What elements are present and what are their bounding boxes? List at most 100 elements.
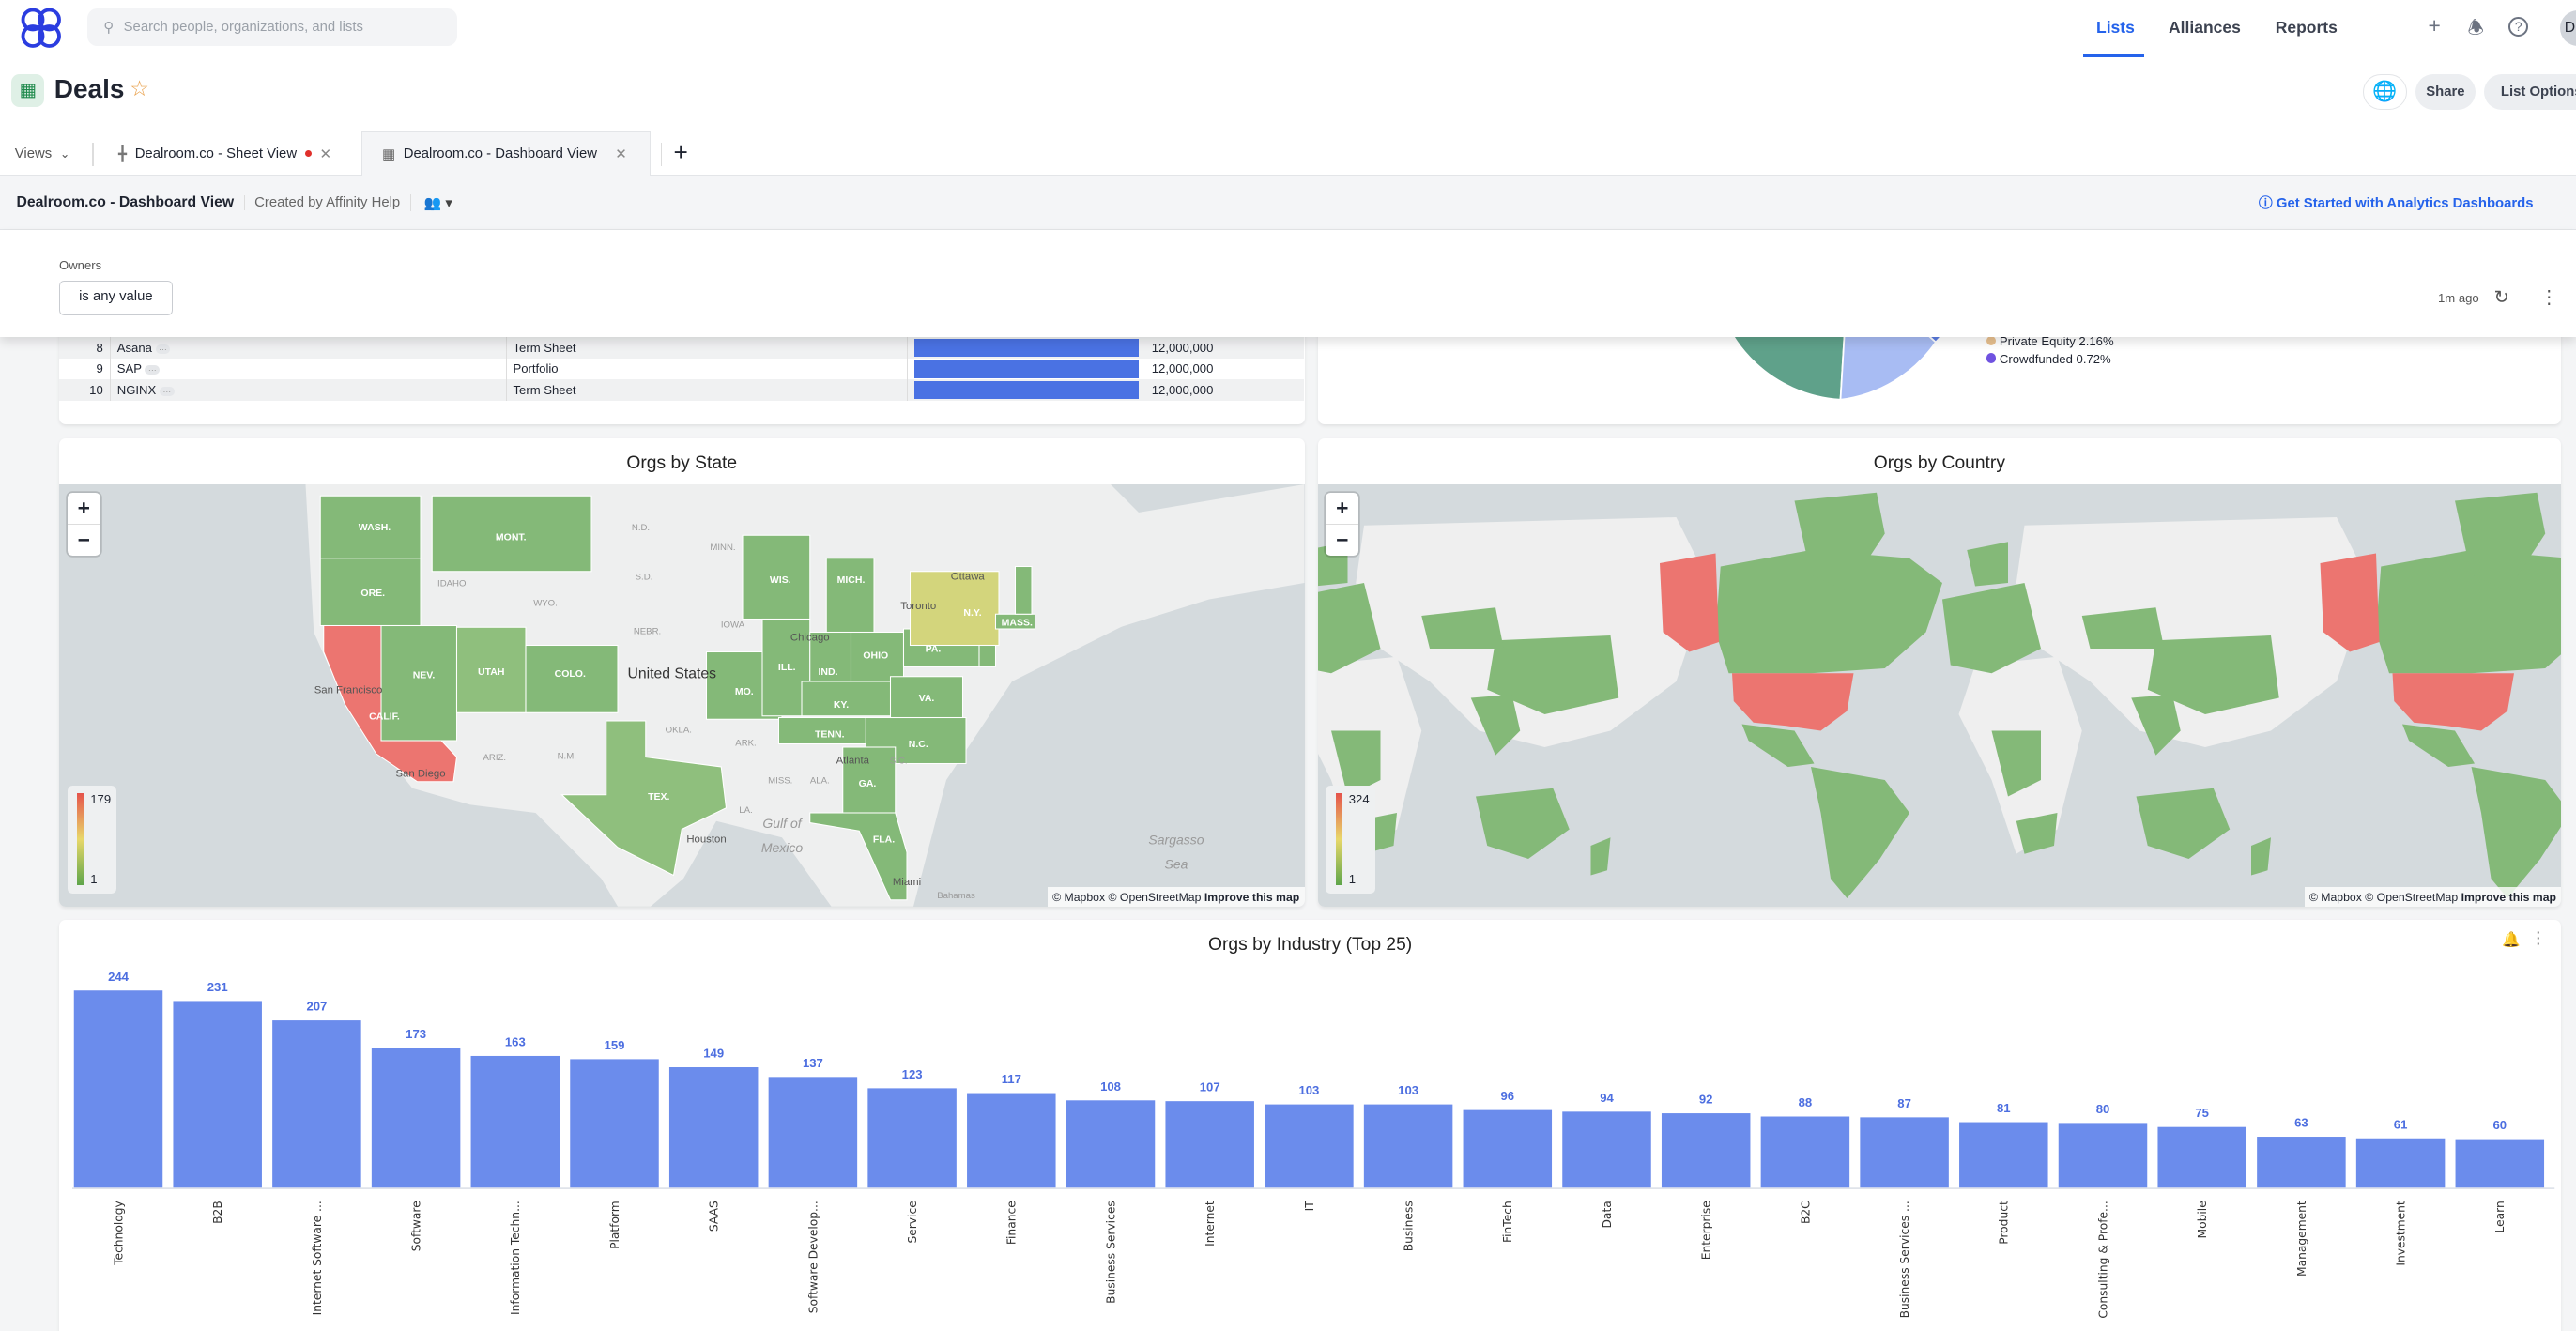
x-tick-label: Finance [1005,1201,1019,1245]
attribution-text[interactable]: © Mapbox © OpenStreetMap [1052,891,1201,904]
rank-cell: 10 [59,379,111,401]
search-input[interactable]: ⚲ Search people, organizations, and lists [86,8,457,46]
more-options-icon[interactable]: ⋮ [2540,286,2558,309]
rank-cell: 8 [59,336,111,359]
bar[interactable] [73,990,163,1188]
views-dropdown[interactable]: Views ⌄ [15,131,69,176]
zoom-in-button[interactable]: + [1326,493,1359,526]
bar[interactable] [1165,1101,1254,1188]
refresh-icon[interactable]: ↻ [2494,286,2509,309]
nav-lists[interactable]: Lists [2096,18,2135,38]
help-link[interactable]: ⓘ Get Started with Analytics Dashboards [2259,192,2534,212]
state-nj[interactable] [978,645,997,668]
country-map-svg [1317,493,2562,899]
stage-cell: Portfolio [506,358,908,380]
bar[interactable] [1860,1117,1949,1188]
divider [92,143,94,166]
search-icon: ⚲ [103,20,115,36]
state-nev[interactable] [380,625,458,742]
close-icon[interactable]: ✕ [320,145,331,162]
city-label: Atlanta [836,756,870,767]
bell-icon[interactable]: 🕭 [2468,15,2484,46]
nav-alliances[interactable]: Alliances [2169,18,2241,38]
x-tick-label: Management [2295,1201,2308,1277]
country-map[interactable]: + − 324 1 © Mapbox © OpenStreetMap Improve… [1317,484,2562,907]
bar[interactable] [1959,1122,2048,1188]
value-bar [913,360,1139,378]
name-cell: Asana ··· [110,336,507,359]
map-label: IDAHO [437,579,467,589]
bar[interactable] [2058,1123,2148,1188]
tab-dashboard-view[interactable]: ▦ Dealroom.co - Dashboard View ✕ [361,131,651,176]
updated-time: 1m ago [2438,290,2479,305]
bar[interactable] [1265,1104,1354,1188]
bar[interactable] [1760,1116,1850,1188]
x-tick-label: B2C [1799,1201,1812,1224]
plus-icon[interactable]: + [2429,13,2441,38]
data-label: 163 [505,1034,526,1048]
bar[interactable] [272,1020,361,1188]
zoom-in-button[interactable]: + [67,493,100,526]
star-icon[interactable]: ☆ [130,76,148,101]
map-label: MINN. [710,543,735,553]
map-label: N.M. [558,752,576,762]
bar[interactable] [470,1055,560,1188]
bar[interactable] [1363,1104,1453,1188]
bar[interactable] [2355,1138,2446,1188]
avatar[interactable]: D [2559,9,2576,46]
bar[interactable] [371,1048,461,1188]
affinity-logo-icon[interactable] [20,7,63,50]
bar[interactable] [967,1093,1056,1188]
improve-map-link[interactable]: Improve this map [2461,891,2556,904]
bar[interactable] [173,1001,262,1188]
globe-button[interactable]: 🌐 [2362,73,2407,111]
state-nh[interactable] [1014,566,1033,616]
org-name: Asana [116,340,152,355]
map-label: LA. [739,805,752,816]
bar[interactable] [867,1088,957,1188]
share-people-dropdown[interactable]: 👥 ▾ [409,193,452,211]
map-label: Bahamas [937,891,975,901]
legend-gradient [77,793,84,886]
dashboard-title: Dealroom.co - Dashboard View [16,193,235,210]
zoom-out-button[interactable]: − [68,525,100,556]
data-label: 87 [1897,1096,1911,1110]
bar[interactable] [668,1067,759,1188]
views-tabs: Views ⌄ ╋ Dealroom.co - Sheet View ✕ ▦ Dealr… [0,131,2576,176]
close-icon[interactable]: ✕ [615,145,626,162]
bar[interactable] [2455,1139,2545,1188]
bar[interactable] [2157,1126,2246,1188]
bar[interactable] [1463,1109,1553,1188]
help-icon[interactable]: ? [2508,16,2529,37]
add-view-icon[interactable]: + [674,138,688,167]
data-label: 80 [2096,1102,2110,1116]
tab-sheet-view[interactable]: ╋ Dealroom.co - Sheet View ✕ [118,131,331,176]
state-map[interactable]: WASH. ORE. CALIF. MONT. NEV. UTAH COLO. … [59,484,1305,907]
orgs-by-industry-card: Orgs by Industry (Top 25) 🔔 ⋮ 244 Technol… [59,920,2562,1331]
table-row[interactable]: 9 SAP ··· Portfolio 12,000,000 [59,358,1304,380]
value-cell: 12,000,000 [1151,383,1214,398]
share-button[interactable]: Share [2415,73,2476,111]
bar[interactable] [570,1059,659,1188]
owners-filter-select[interactable]: is any value [59,281,173,315]
legend-max: 179 [90,791,112,806]
legend-min: 1 [1348,872,1357,887]
bar[interactable] [2257,1137,2346,1188]
bar[interactable] [1562,1111,1651,1188]
improve-map-link[interactable]: Improve this map [1204,891,1299,904]
attribution-text[interactable]: © Mapbox © OpenStreetMap [2309,891,2458,904]
list-options-button[interactable]: List Options [2484,73,2576,111]
app-root: ⚲ Search people, organizations, and lists… [0,0,2576,1331]
nav-reports[interactable]: Reports [2276,18,2338,38]
table-row[interactable]: 8 Asana ··· Term Sheet 12,000,000 [59,336,1304,359]
bar[interactable] [1066,1100,1156,1188]
bar[interactable] [768,1077,858,1188]
zoom-out-button[interactable]: − [1326,525,1358,556]
page-title: Deals [54,73,125,103]
list-icon: ▦ [11,73,45,107]
bar[interactable] [1661,1113,1751,1188]
state-mich[interactable] [825,558,875,634]
legend-swatch [1986,353,1997,363]
pie-legend: Private Equity 2.16% Crowdfunded 0.72% [1986,333,2114,368]
table-row[interactable]: 10 NGINX ··· Term Sheet 12,000,000 [59,379,1304,401]
